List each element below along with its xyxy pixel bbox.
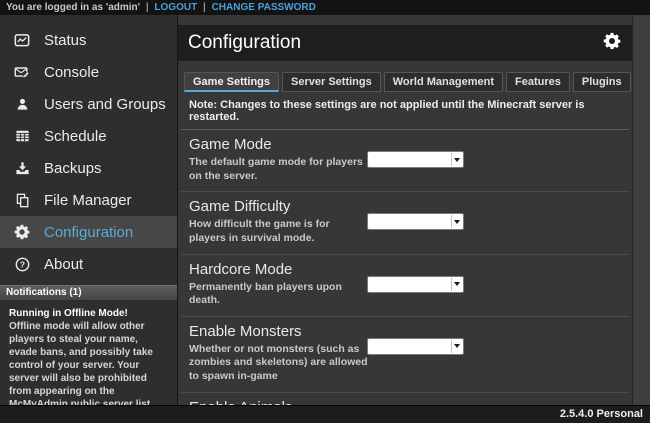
sidebar-item-status[interactable]: Status xyxy=(0,24,177,56)
setting-description: Permanently ban players upon death. xyxy=(189,281,369,308)
sidebar-item-label: Schedule xyxy=(44,128,107,145)
config-tabs: Game Settings Server Settings World Mana… xyxy=(184,72,632,92)
setting-game-mode: Game Mode The default game mode for play… xyxy=(181,130,629,192)
schedule-icon xyxy=(13,128,31,145)
sidebar-item-label: Configuration xyxy=(44,224,133,241)
enable-monsters-select[interactable] xyxy=(368,339,463,354)
question-icon: ? xyxy=(13,256,31,273)
game-difficulty-select[interactable] xyxy=(368,214,463,229)
sidebar-item-about[interactable]: ? About xyxy=(0,248,177,280)
sidebar-item-label: About xyxy=(44,256,83,273)
sidebar-nav: Status Console Users and Groups Schedule xyxy=(0,15,177,280)
hardcore-mode-select[interactable] xyxy=(368,277,463,292)
game-mode-select-wrap xyxy=(367,151,464,168)
page-title: Configuration xyxy=(188,32,602,54)
gear-icon xyxy=(603,32,621,55)
settings-gear-button[interactable] xyxy=(602,33,622,53)
setting-description: The default game mode for players on the… xyxy=(189,156,369,183)
sidebar-item-console[interactable]: Console xyxy=(0,56,177,88)
version-label: 2.5.4.0 Personal xyxy=(560,408,643,420)
sidebar-item-label: Status xyxy=(44,32,87,49)
backups-icon xyxy=(13,160,31,177)
tab-world-management[interactable]: World Management xyxy=(384,72,503,92)
status-icon xyxy=(13,32,31,49)
tab-plugins[interactable]: Plugins xyxy=(573,72,631,92)
sidebar-item-schedule[interactable]: Schedule xyxy=(0,120,177,152)
sidebar-item-label: File Manager xyxy=(44,192,132,209)
sidebar-item-label: Console xyxy=(44,64,99,81)
gear-icon xyxy=(13,224,31,241)
restart-note: Note: Changes to these settings are not … xyxy=(181,92,629,130)
sidebar-item-configuration[interactable]: Configuration xyxy=(0,216,177,248)
setting-description: How difficult the game is for players in… xyxy=(189,218,369,245)
sidebar-item-users-and-groups[interactable]: Users and Groups xyxy=(0,88,177,120)
login-message: You are logged in as 'admin' xyxy=(6,2,140,13)
users-icon xyxy=(13,96,31,113)
sidebar-item-label: Backups xyxy=(44,160,102,177)
sidebar-item-backups[interactable]: Backups xyxy=(0,152,177,184)
logout-link[interactable]: LOGOUT xyxy=(154,2,197,13)
login-status-bar: You are logged in as 'admin' | LOGOUT | … xyxy=(0,0,650,15)
sidebar-item-label: Users and Groups xyxy=(44,96,166,113)
setting-enable-animals: Enable Animals Whether or not friendly a… xyxy=(181,393,629,405)
enable-monsters-select-wrap xyxy=(367,338,464,355)
notifications-header: Notifications (1) xyxy=(0,285,177,300)
sidebar: Status Console Users and Groups Schedule xyxy=(0,15,178,405)
setting-description: Whether or not monsters (such as zombies… xyxy=(189,343,369,384)
notification-title: Running in Offline Mode! xyxy=(9,307,168,320)
setting-hardcore-mode: Hardcore Mode Permanently ban players up… xyxy=(181,255,629,317)
game-difficulty-select-wrap xyxy=(367,213,464,230)
tab-server-settings[interactable]: Server Settings xyxy=(282,72,381,92)
change-password-link[interactable]: CHANGE PASSWORD xyxy=(212,2,316,13)
main-panel: Configuration Game Settings Server Setti… xyxy=(178,15,632,405)
separator: | xyxy=(203,2,206,13)
console-icon xyxy=(13,64,31,81)
setting-enable-monsters: Enable Monsters Whether or not monsters … xyxy=(181,317,629,393)
tab-features[interactable]: Features xyxy=(506,72,570,92)
separator: | xyxy=(146,2,149,13)
game-mode-select[interactable] xyxy=(368,152,463,167)
svg-text:?: ? xyxy=(19,259,24,269)
tab-game-settings[interactable]: Game Settings xyxy=(184,72,279,92)
status-bar: 2.5.4.0 Personal xyxy=(0,405,650,423)
setting-game-difficulty: Game Difficulty How difficult the game i… xyxy=(181,192,629,254)
file-manager-icon xyxy=(13,192,31,209)
scroll-gutter[interactable] xyxy=(632,15,650,405)
sidebar-item-file-manager[interactable]: File Manager xyxy=(0,184,177,216)
page-header: Configuration xyxy=(178,25,632,61)
hardcore-mode-select-wrap xyxy=(367,276,464,293)
